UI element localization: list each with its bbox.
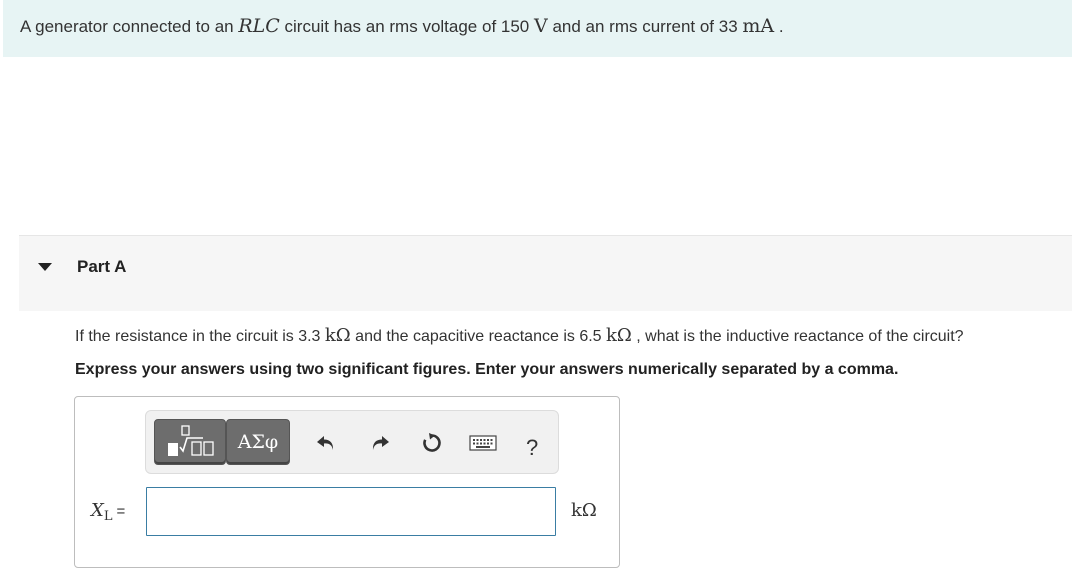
undo-arrow [317,436,334,450]
variable-symbol: X [91,500,104,521]
templates-button[interactable] [154,419,226,465]
circuit-type: RLC [238,15,280,37]
variable-subscript: L [103,509,113,524]
part-title: Part A [77,257,127,276]
problem-intro: A generator connected to an RLC circuit … [3,0,1072,57]
resistance-unit: kΩ [324,325,351,346]
greek-symbols-icon: ΑΣφ [237,431,279,453]
greek-symbols-button[interactable]: ΑΣφ [226,419,290,465]
help-icon[interactable]: ? [526,435,538,461]
collapse-caret-icon[interactable] [38,263,52,271]
question-text: If the resistance in the circuit is 3.3 … [75,325,964,346]
question-text-part: , what is the inductive reactance of the… [631,328,964,345]
redo-icon[interactable] [366,429,394,457]
keyboard-shape [469,435,497,451]
answer-input[interactable] [146,487,556,536]
voltage-unit: V [533,15,548,37]
answer-instruction: Express your answers using two significa… [75,361,899,378]
reset-icon[interactable] [418,429,446,457]
intro-text-part: A generator connected to an [20,17,239,36]
keyboard-icon[interactable] [469,429,497,457]
part-a-header[interactable] [19,235,1072,311]
templates-icon [168,425,214,456]
reset-circle [423,433,441,452]
answer-unit: kΩ [571,500,597,521]
redo-arrow [372,436,389,450]
intro-text-part: and an rms current of 33 [547,17,743,36]
intro-text-part: . [774,17,784,36]
intro-text: A generator connected to an RLC circuit … [20,15,784,37]
math-toolbar: ΑΣφ ? [145,410,559,474]
answer-variable-label: XL = [91,500,126,524]
undo-icon[interactable] [312,429,340,457]
question-text-part: and the capacitive reactance is 6.5 [350,328,606,345]
equals-sign: = [116,503,126,520]
current-unit: mA [742,15,775,37]
intro-text-part: circuit has an rms voltage of 150 [279,17,534,36]
question-text-part: If the resistance in the circuit is 3.3 [75,328,325,345]
reactance-unit: kΩ [606,325,632,346]
